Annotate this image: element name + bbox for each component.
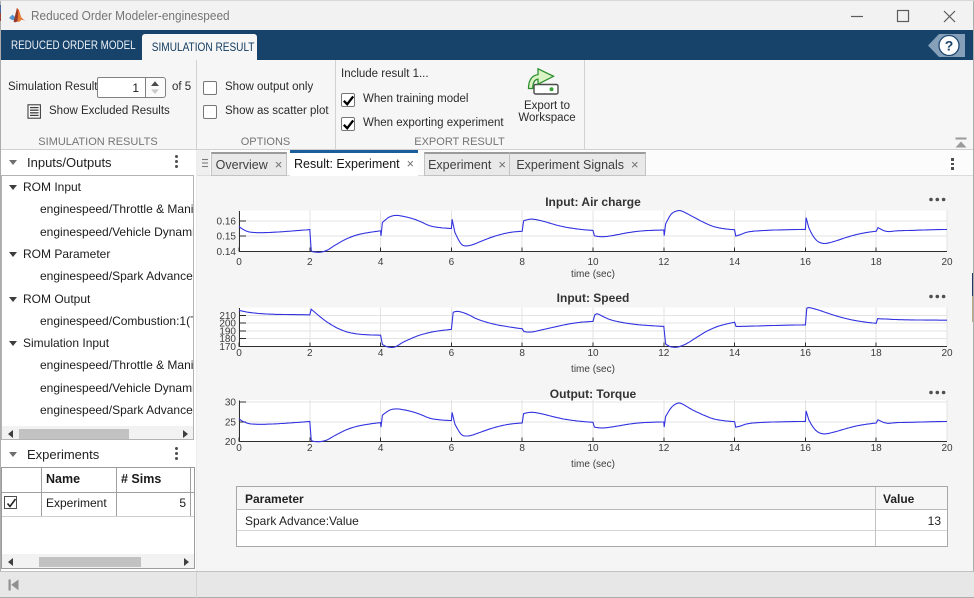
svg-text:time (sec): time (sec) [571, 459, 615, 470]
svg-text:0.16: 0.16 [217, 216, 237, 227]
svg-text:20: 20 [225, 437, 237, 448]
svg-text:6: 6 [449, 257, 455, 268]
svg-text:10: 10 [587, 443, 599, 454]
svg-text:time (sec): time (sec) [571, 269, 615, 280]
svg-text:20: 20 [941, 443, 953, 454]
svg-text:0.15: 0.15 [217, 232, 237, 243]
svg-text:2: 2 [307, 257, 313, 268]
svg-text:10: 10 [587, 257, 599, 268]
svg-text:4: 4 [378, 348, 384, 359]
svg-text:0: 0 [236, 257, 242, 268]
svg-text:8: 8 [519, 443, 525, 454]
svg-text:0: 0 [236, 443, 242, 454]
svg-text:25: 25 [225, 417, 237, 428]
svg-text:8: 8 [519, 348, 525, 359]
svg-text:0: 0 [236, 348, 242, 359]
svg-text:time (sec): time (sec) [571, 364, 615, 375]
svg-text:?: ? [945, 38, 954, 54]
svg-text:12: 12 [658, 348, 670, 359]
svg-text:4: 4 [378, 443, 384, 454]
svg-text:30: 30 [225, 398, 237, 409]
svg-text:16: 16 [800, 348, 812, 359]
svg-text:Output: Torque: Output: Torque [550, 387, 637, 401]
svg-text:16: 16 [800, 443, 812, 454]
svg-text:2: 2 [307, 443, 313, 454]
svg-text:0.14: 0.14 [217, 247, 237, 258]
svg-text:18: 18 [871, 348, 883, 359]
svg-text:12: 12 [658, 257, 670, 268]
svg-text:20: 20 [941, 257, 953, 268]
svg-text:6: 6 [449, 348, 455, 359]
svg-text:18: 18 [871, 257, 883, 268]
svg-text:170: 170 [219, 342, 236, 353]
svg-text:10: 10 [587, 348, 599, 359]
svg-text:6: 6 [449, 443, 455, 454]
svg-text:8: 8 [519, 257, 525, 268]
svg-text:2: 2 [307, 348, 313, 359]
svg-text:20: 20 [941, 348, 953, 359]
svg-text:12: 12 [658, 443, 670, 454]
svg-text:Input: Speed: Input: Speed [557, 291, 630, 305]
svg-text:4: 4 [378, 257, 384, 268]
svg-text:14: 14 [729, 443, 741, 454]
svg-text:14: 14 [729, 348, 741, 359]
svg-text:14: 14 [729, 257, 741, 268]
svg-text:18: 18 [871, 443, 883, 454]
svg-text:Input: Air charge: Input: Air charge [545, 195, 641, 209]
svg-text:16: 16 [800, 257, 812, 268]
